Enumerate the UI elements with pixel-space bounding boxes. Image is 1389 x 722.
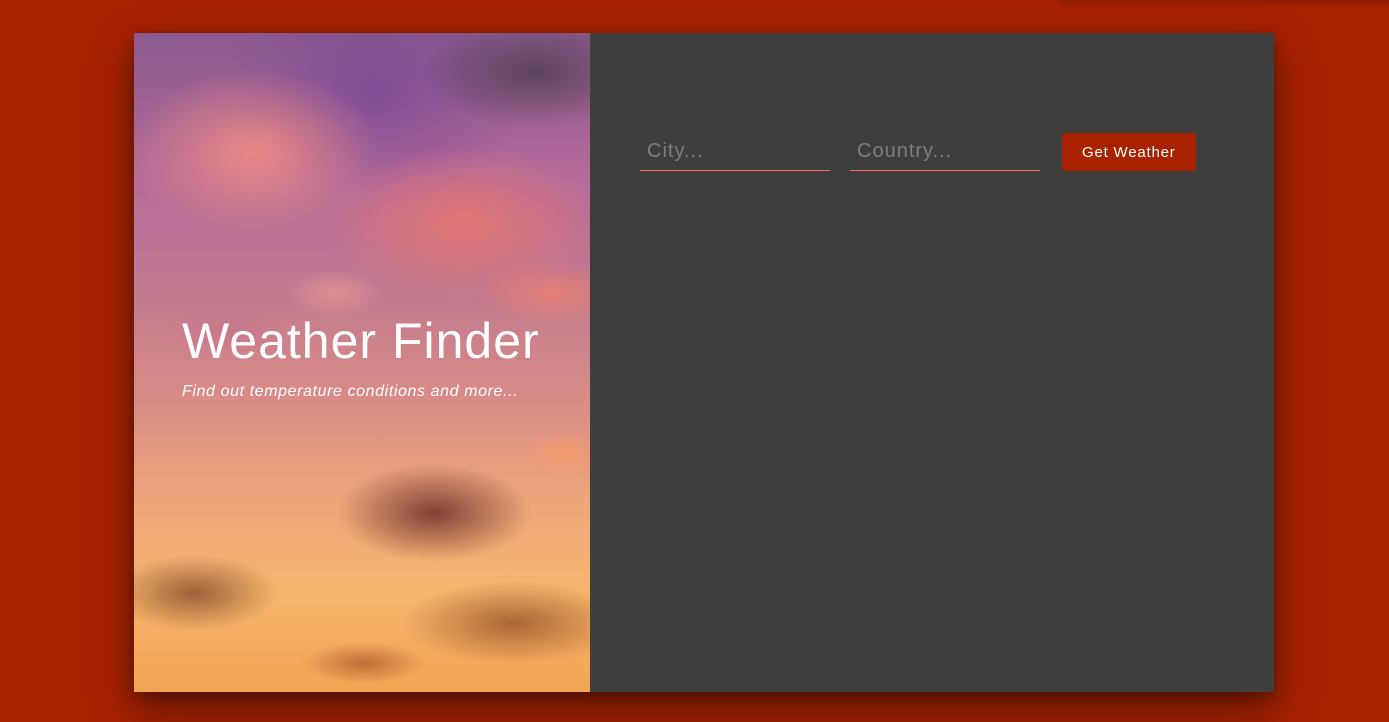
country-input[interactable]: [850, 133, 1040, 171]
weather-form-panel: Get Weather: [590, 33, 1274, 692]
get-weather-button[interactable]: Get Weather: [1062, 133, 1196, 171]
weather-search-form: Get Weather: [640, 133, 1196, 171]
hero-text-block: Weather Finder Find out temperature cond…: [182, 311, 540, 401]
app-title: Weather Finder: [182, 313, 540, 369]
app-subtitle: Find out temperature conditions and more…: [182, 383, 519, 400]
weather-app-card: Weather Finder Find out temperature cond…: [134, 33, 1274, 692]
city-input[interactable]: [640, 133, 830, 171]
top-shadow-edge: [1060, 0, 1389, 2]
hero-sky-image: Weather Finder Find out temperature cond…: [134, 33, 590, 692]
